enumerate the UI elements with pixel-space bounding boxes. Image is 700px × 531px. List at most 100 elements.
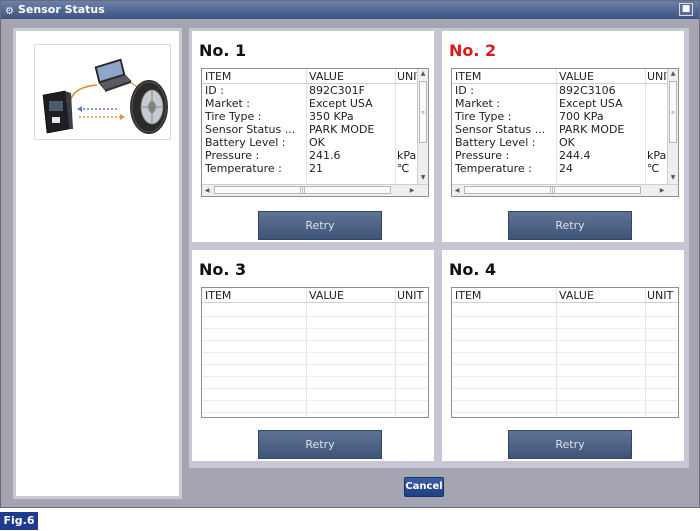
table-row[interactable]: Pressure :241.6 kPa — [202, 150, 428, 162]
table-cell: Battery Level : — [455, 137, 536, 149]
table-cell: Tire Type : — [455, 111, 512, 123]
retry-button[interactable]: Retry — [508, 430, 632, 459]
table-row[interactable]: Pressure :244.4 kPa — [452, 150, 678, 162]
column-header[interactable]: UNIT — [397, 288, 427, 303]
column-header[interactable]: ITEM — [205, 288, 305, 303]
sensor-slot-1: No. 1 ITEM VALUE UNIT ID :892C301F Market : Ex… — [192, 31, 434, 242]
table-cell: Temperature : — [455, 163, 532, 175]
column-header[interactable]: ITEM — [455, 69, 555, 84]
table-cell: OK — [559, 137, 575, 149]
slot-title: No. 1 — [199, 41, 247, 60]
sensor-slot-2: No. 2 ITEM VALUE UNIT ID :892C3106 Market : Ex… — [442, 31, 684, 242]
slot-title: No. 2 — [449, 41, 497, 60]
scroll-up-icon[interactable]: ▲ — [418, 69, 428, 79]
retry-button[interactable]: Retry — [508, 211, 632, 240]
table-header: ITEM VALUE UNIT — [452, 69, 678, 84]
table-row[interactable]: Tire Type : 700 KPa — [452, 111, 678, 123]
table-cell: 21 — [309, 163, 323, 175]
table-cell: Battery Level : — [205, 137, 286, 149]
column-header[interactable]: ITEM — [455, 288, 555, 303]
table-cell: ID : — [455, 85, 474, 97]
title-bar: ⚙ Sensor Status ■ — [1, 1, 699, 19]
tool-laptop-tire-image — [42, 58, 168, 134]
table-cell: Market : — [455, 98, 501, 110]
window-title: Sensor Status — [18, 3, 105, 16]
table-row[interactable]: Sensor Status ... PARK MODE — [452, 124, 678, 136]
table-cell: Temperature : — [205, 163, 282, 175]
table-cell: 244.4 — [559, 150, 591, 162]
vertical-scrollbar[interactable]: ▲ ≡ ▼ — [667, 69, 678, 184]
table-row[interactable]: Temperature :24 ℃ — [452, 163, 678, 175]
horizontal-scrollbar[interactable]: ◀ ||| ▶ — [452, 184, 678, 196]
table-row[interactable]: Tire Type : 350 KPa — [202, 111, 428, 123]
table-cell: 892C3106 — [559, 85, 616, 97]
table-cell: 892C301F — [309, 85, 365, 97]
table-header: ITEM VALUE UNIT — [202, 288, 428, 303]
retry-button[interactable]: Retry — [258, 430, 382, 459]
slot-title: No. 3 — [199, 260, 247, 279]
table-cell: Sensor Status ... — [455, 124, 546, 136]
table-cell: 24 — [559, 163, 573, 175]
scroll-up-icon[interactable]: ▲ — [668, 69, 678, 79]
sensor-data-table[interactable]: ITEM VALUE UNIT ID :892C301F Market : Except … — [201, 68, 429, 197]
sensor-data-table[interactable]: ITEM VALUE UNIT — [451, 287, 679, 418]
scroll-left-icon[interactable]: ◀ — [202, 185, 212, 196]
scroll-down-icon[interactable]: ▼ — [668, 173, 678, 183]
horizontal-scrollbar[interactable]: ◀ ||| ▶ — [202, 184, 428, 196]
app-icon: ⚙ — [5, 6, 14, 17]
column-header[interactable]: VALUE — [559, 69, 644, 84]
column-header[interactable]: ITEM — [205, 69, 305, 84]
table-row[interactable]: Sensor Status ... PARK MODE — [202, 124, 428, 136]
scroll-thumb[interactable]: ||| — [214, 186, 391, 194]
column-header[interactable]: VALUE — [559, 288, 644, 303]
table-row[interactable]: Battery Level : OK — [202, 137, 428, 149]
cancel-button[interactable]: Cancel — [404, 477, 444, 497]
table-header: ITEM VALUE UNIT — [452, 288, 678, 303]
scroll-right-icon[interactable]: ▶ — [407, 185, 417, 196]
table-row[interactable]: Temperature :21 ℃ — [202, 163, 428, 175]
tpms-illustration — [34, 44, 171, 140]
table-row[interactable]: Market : Except USA — [202, 98, 428, 110]
table-cell: Sensor Status ... — [205, 124, 296, 136]
column-header[interactable]: VALUE — [309, 69, 394, 84]
table-cell: Market : — [205, 98, 251, 110]
laptop-icon — [94, 58, 132, 92]
figure-label: Fig.6 — [0, 512, 38, 530]
table-cell: 241.6 — [309, 150, 341, 162]
table-cell: 700 KPa — [559, 111, 604, 123]
table-cell: PARK MODE — [309, 124, 375, 136]
table-cell: Except USA — [309, 98, 373, 110]
table-row[interactable]: Battery Level : OK — [452, 137, 678, 149]
retry-button[interactable]: Retry — [258, 211, 382, 240]
sensor-slot-3: No. 3 ITEM VALUE UNIT Retry — [192, 250, 434, 461]
table-header: ITEM VALUE UNIT — [202, 69, 428, 84]
left-panel — [13, 28, 182, 499]
table-cell: Tire Type : — [205, 111, 262, 123]
slot-title: No. 4 — [449, 260, 497, 279]
table-cell: 350 KPa — [309, 111, 354, 123]
close-button[interactable]: ■ — [679, 3, 693, 16]
table-row[interactable]: Market : Except USA — [452, 98, 678, 110]
sensor-grid: No. 1 ITEM VALUE UNIT ID :892C301F Market : Ex… — [189, 28, 689, 468]
table-row[interactable]: ID : 892C3106 — [452, 85, 678, 97]
column-header[interactable]: VALUE — [309, 288, 394, 303]
table-cell: Pressure : — [455, 150, 510, 162]
table-cell: ID : — [205, 85, 224, 97]
scroll-thumb[interactable]: ≡ — [419, 81, 427, 143]
close-icon: ■ — [681, 4, 691, 14]
sensor-status-window: ⚙ Sensor Status ■ No. 1 ITEM VALUE UNIT … — [0, 0, 700, 508]
sensor-data-table[interactable]: ITEM VALUE UNIT ID :892C3106 Market : Except … — [451, 68, 679, 197]
scroll-left-icon[interactable]: ◀ — [452, 185, 462, 196]
table-cell: PARK MODE — [559, 124, 625, 136]
scroll-thumb[interactable]: ||| — [464, 186, 641, 194]
table-row[interactable]: ID : 892C301F — [202, 85, 428, 97]
scroll-right-icon[interactable]: ▶ — [657, 185, 667, 196]
scroll-thumb[interactable]: ≡ — [669, 81, 677, 143]
table-cell: Except USA — [559, 98, 623, 110]
tire-icon — [130, 80, 168, 134]
scroll-down-icon[interactable]: ▼ — [418, 173, 428, 183]
column-header[interactable]: UNIT — [647, 288, 677, 303]
sensor-data-table[interactable]: ITEM VALUE UNIT — [201, 287, 429, 418]
vertical-scrollbar[interactable]: ▲ ≡ ▼ — [417, 69, 428, 184]
sensor-slot-4: No. 4 ITEM VALUE UNIT Retry — [442, 250, 684, 461]
